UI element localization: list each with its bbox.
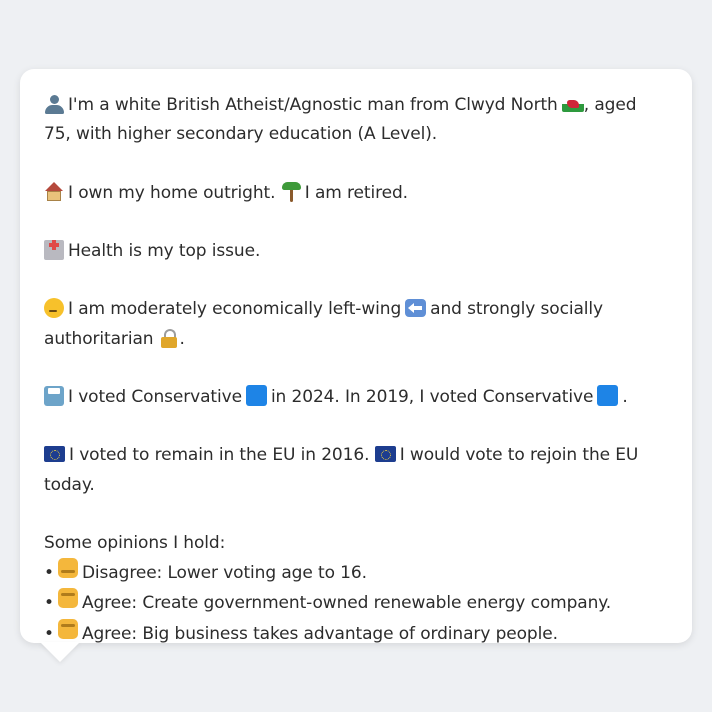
left-arrow-icon [405, 299, 427, 318]
issue-text: Health is my top issue. [68, 240, 261, 261]
vote-text-1: I voted Conservative [68, 386, 242, 407]
issue-paragraph: Health is my top issue. [44, 237, 668, 266]
opinion-item: • Disagree: Lower voting age to 16. [44, 558, 668, 588]
persona-speech-bubble: I'm a white British Atheist/Agnostic man… [20, 69, 692, 644]
thinking-face-icon [44, 298, 64, 319]
vote-text-3: . [622, 386, 628, 407]
speech-bubble-tail [40, 642, 80, 662]
house-icon [44, 181, 64, 202]
eu-flag-icon [44, 446, 65, 463]
blue-square-icon [245, 384, 267, 406]
intro-text-1: I'm a white British Atheist/Agnostic man… [68, 95, 558, 115]
retired-text: I am retired. [304, 182, 408, 203]
bullet: • [44, 563, 54, 584]
thumbs-down-icon [57, 558, 78, 579]
opinion-item: • Agree: Create government-owned renewabl… [44, 588, 668, 618]
opinion-item: • Agree: Big business takes advantage of … [44, 618, 668, 649]
housing-text: I own my home outright. [68, 182, 276, 203]
thumbs-up-icon [57, 618, 78, 639]
ideology-paragraph: I am moderately economically left-wing an… [44, 295, 668, 353]
person-icon [44, 94, 64, 114]
housing-paragraph: I own my home outright. I am retired. [44, 179, 668, 208]
blue-square-icon [597, 384, 619, 406]
eu-paragraph: I voted to remain in the EU in 2016. I w… [44, 441, 668, 499]
eu-flag-icon [374, 446, 396, 463]
ideology-text-1: I am moderately economically left-wing [68, 299, 402, 320]
palm-tree-icon [281, 181, 301, 202]
opinions-heading: Some opinions I hold: [44, 532, 226, 553]
opinion-text: Agree: Create government-owned renewable… [81, 593, 612, 614]
hospital-icon [44, 239, 64, 260]
eu-text-1: I voted to remain in the EU in 2016. [69, 445, 370, 466]
wales-flag-icon [561, 96, 584, 112]
intro-paragraph: I'm a white British Atheist/Agnostic man… [44, 91, 668, 149]
vote-paragraph: I voted Conservative in 2024. In 2019, I … [44, 383, 668, 412]
opinion-text: Agree: Big business takes advantage of o… [81, 623, 558, 644]
thumbs-up-icon [57, 588, 78, 609]
opinion-text: Disagree: Lower voting age to 16. [81, 563, 367, 584]
bullet: • [44, 593, 54, 614]
ideology-text-3: . [179, 328, 185, 349]
lock-icon [159, 328, 179, 348]
ballot-box-icon [44, 385, 64, 406]
vote-text-2: in 2024. In 2019, I voted Conservative [270, 386, 594, 407]
